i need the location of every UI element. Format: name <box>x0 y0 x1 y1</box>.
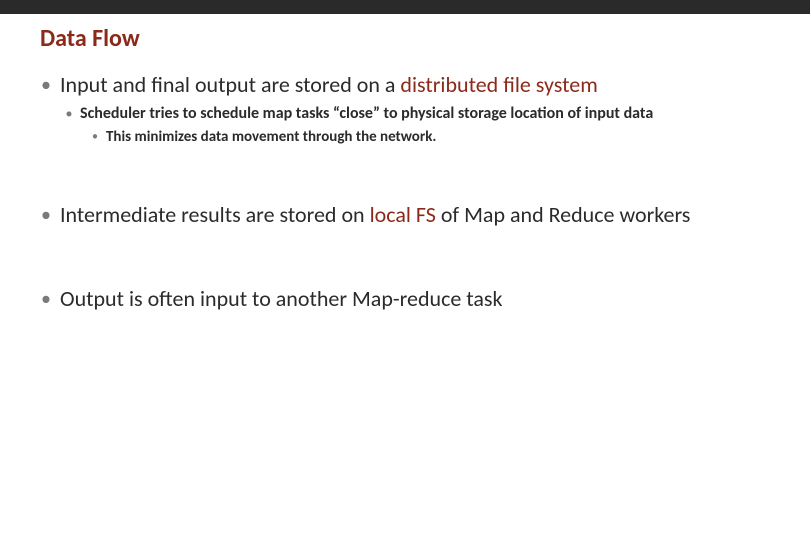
list-item: • Input and final output are stored on a… <box>40 71 770 99</box>
list-item: • Output is often input to another Map-r… <box>40 285 770 313</box>
top-bar <box>0 0 810 14</box>
bullet-text: Intermediate results are stored on local… <box>60 201 690 229</box>
bullet-text: This minimizes data movement through the… <box>106 127 436 147</box>
spacer <box>40 233 770 285</box>
text-accent: local FS <box>370 201 436 228</box>
bullet-text: Input and final output are stored on a d… <box>60 71 598 99</box>
text-segment: of Map and Reduce workers <box>436 201 691 228</box>
bullet-text: Scheduler tries to schedule map tasks “c… <box>80 103 653 125</box>
bullet-icon: • <box>64 103 74 125</box>
slide-content: Data Flow • Input and final output are s… <box>0 14 810 313</box>
list-item: • This minimizes data movement through t… <box>90 127 770 147</box>
bullet-text: Output is often input to another Map-red… <box>60 285 503 313</box>
list-item: • Scheduler tries to schedule map tasks … <box>64 103 770 125</box>
bullet-icon: • <box>40 285 52 313</box>
text-accent: distributed file system <box>400 71 597 98</box>
bullet-icon: • <box>40 71 52 99</box>
bullet-icon: • <box>40 201 52 229</box>
list-item: • Intermediate results are stored on loc… <box>40 201 770 229</box>
spacer <box>40 149 770 201</box>
text-segment: Input and final output are stored on a <box>60 71 400 98</box>
bullet-icon: • <box>90 127 100 147</box>
text-segment: Intermediate results are stored on <box>60 201 370 228</box>
slide-title: Data Flow <box>40 24 770 53</box>
